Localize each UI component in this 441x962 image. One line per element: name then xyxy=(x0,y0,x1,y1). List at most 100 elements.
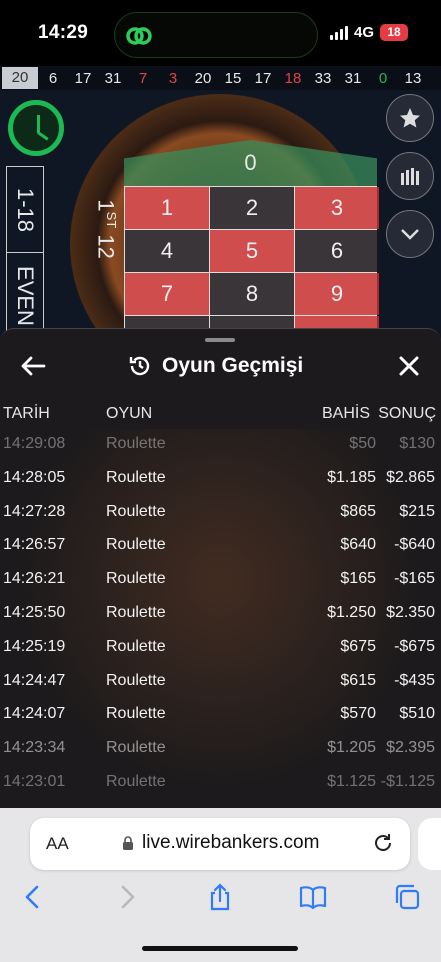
bet-number-6[interactable]: 6 xyxy=(295,230,379,272)
favorites-button[interactable] xyxy=(386,94,434,142)
bet-1-18[interactable]: 1-18 xyxy=(7,167,43,253)
row-time: 14:29:08 xyxy=(3,435,66,452)
row-result: -$435 xyxy=(394,671,435,689)
row-time: 14:26:57 xyxy=(3,536,66,554)
row-bet: $1.250 xyxy=(327,603,376,621)
expand-menu-button[interactable] xyxy=(386,210,434,258)
row-result: -$1.125 xyxy=(380,772,435,790)
tabs-icon[interactable] xyxy=(392,882,422,912)
row-result: $215 xyxy=(399,502,435,520)
bet-first-dozen[interactable]: 1ST 12 xyxy=(93,199,119,258)
bookmarks-icon[interactable] xyxy=(298,882,328,912)
history-row[interactable]: 14:29:08 Roulette $50 $130 xyxy=(0,427,441,461)
row-result: $2.865 xyxy=(386,468,435,486)
recent-number: 18 xyxy=(284,69,302,87)
row-time: 14:23:34 xyxy=(3,739,66,757)
recent-numbers-strip: 20 6 17 31 7 3 20 15 17 18 33 31 0 13 xyxy=(0,66,441,90)
panel-header: Oyun Geçmişi xyxy=(0,347,441,387)
row-game: Roulette xyxy=(106,570,166,588)
row-result: -$165 xyxy=(394,570,435,588)
row-result: -$640 xyxy=(394,536,435,554)
row-bet: $1.125 xyxy=(327,772,376,790)
bet-number-9[interactable]: 9 xyxy=(295,273,379,315)
close-icon[interactable] xyxy=(394,351,424,381)
row-bet: $50 xyxy=(349,435,376,452)
row-time: 14:24:47 xyxy=(3,671,66,689)
row-result: -$675 xyxy=(394,637,435,655)
recent-number: 17 xyxy=(254,69,272,87)
status-bar: 14:29 4G 18 xyxy=(0,0,441,66)
next-tab-peek[interactable] xyxy=(418,818,441,870)
status-time: 14:29 xyxy=(38,22,89,43)
bet-number-8[interactable]: 8 xyxy=(210,273,294,315)
history-row[interactable]: 14:26:57 Roulette $640 -$640 xyxy=(0,528,441,562)
row-time: 14:28:05 xyxy=(3,468,66,486)
row-game: Roulette xyxy=(106,502,166,520)
row-game: Roulette xyxy=(106,739,166,757)
address-bar[interactable]: AA live.wirebankers.com xyxy=(30,818,410,870)
history-row[interactable]: 14:25:50 Roulette $1.250 $2.350 xyxy=(0,596,441,630)
history-row[interactable]: 14:24:07 Roulette $570 $510 xyxy=(0,697,441,731)
back-arrow-icon[interactable] xyxy=(18,351,48,381)
row-game: Roulette xyxy=(106,671,166,689)
row-time: 14:27:28 xyxy=(3,502,66,520)
statistics-button[interactable] xyxy=(386,152,434,200)
cellular-signal-icon xyxy=(330,26,350,40)
row-result: $130 xyxy=(399,435,435,452)
bet-number-2[interactable]: 2 xyxy=(210,187,294,229)
chevron-down-icon xyxy=(401,229,419,240)
url-text: live.wirebankers.com xyxy=(142,832,320,853)
forward-icon[interactable] xyxy=(112,882,142,912)
history-row[interactable]: 14:26:21 Roulette $165 -$165 xyxy=(0,562,441,596)
battery-indicator: 18 xyxy=(380,24,408,41)
row-result: $510 xyxy=(399,705,435,723)
drag-handle[interactable] xyxy=(205,338,235,342)
row-game: Roulette xyxy=(106,772,166,790)
column-header-result: SONUÇ xyxy=(378,405,436,422)
column-header-game: OYUN xyxy=(106,405,153,422)
back-icon[interactable] xyxy=(18,882,48,912)
history-row[interactable]: 14:28:05 Roulette $1.185 $2.865 xyxy=(0,461,441,495)
history-icon xyxy=(129,356,150,376)
history-list: 14:29:08 Roulette $50 $130 14:28:05 Roulette $… xyxy=(0,427,441,799)
bet-number-7[interactable]: 7 xyxy=(125,273,209,315)
recent-number: 6 xyxy=(48,69,58,87)
home-indicator xyxy=(142,946,298,951)
bet-number-4[interactable]: 4 xyxy=(125,230,209,272)
bet-number-3[interactable]: 3 xyxy=(295,187,379,229)
recent-number: 31 xyxy=(104,69,122,87)
recent-number: 17 xyxy=(74,69,92,87)
recent-number: 7 xyxy=(138,69,148,87)
history-row[interactable]: 14:24:47 Roulette $615 -$435 xyxy=(0,664,441,698)
outside-bets-column: 1-18 EVEN xyxy=(6,166,44,346)
star-icon xyxy=(400,108,420,128)
browser-toolbar: AA live.wirebankers.com xyxy=(0,808,441,962)
column-header-bet: BAHİS xyxy=(321,405,370,422)
bet-even[interactable]: EVEN xyxy=(7,253,43,339)
number-grid: 123456789101112 xyxy=(124,186,379,346)
bet-number-1[interactable]: 1 xyxy=(125,187,209,229)
reader-settings-button[interactable]: AA xyxy=(46,834,69,854)
bar-chart-icon xyxy=(401,168,419,185)
row-bet: $570 xyxy=(340,705,376,723)
recent-number: 20 xyxy=(194,69,212,87)
row-bet: $615 xyxy=(340,671,376,689)
history-row[interactable]: 14:23:34 Roulette $1.205 $2.395 xyxy=(0,731,441,765)
recent-number: 20 xyxy=(2,67,38,89)
recent-number: 33 xyxy=(314,69,332,87)
row-bet: $640 xyxy=(340,536,376,554)
history-row[interactable]: 14:23:01 Roulette $1.125 -$1.125 xyxy=(0,765,441,799)
bet-number-5[interactable]: 5 xyxy=(210,230,294,272)
timer-icon xyxy=(8,100,64,156)
recent-number: 13 xyxy=(404,69,422,87)
column-header-date: TARİH xyxy=(3,405,50,422)
history-row[interactable]: 14:25:19 Roulette $675 -$675 xyxy=(0,630,441,664)
roulette-game-area: 20 6 17 31 7 3 20 15 17 18 33 31 0 13 1-18 EVEN 1ST 1… xyxy=(0,66,441,346)
row-result: $2.395 xyxy=(386,739,435,757)
reload-icon[interactable] xyxy=(372,832,394,854)
row-game: Roulette xyxy=(106,435,166,452)
share-icon[interactable] xyxy=(205,882,235,912)
history-row[interactable]: 14:27:28 Roulette $865 $215 xyxy=(0,495,441,529)
panel-title: Oyun Geçmişi xyxy=(162,354,304,377)
panel-title-group: Oyun Geçmişi xyxy=(128,351,303,381)
